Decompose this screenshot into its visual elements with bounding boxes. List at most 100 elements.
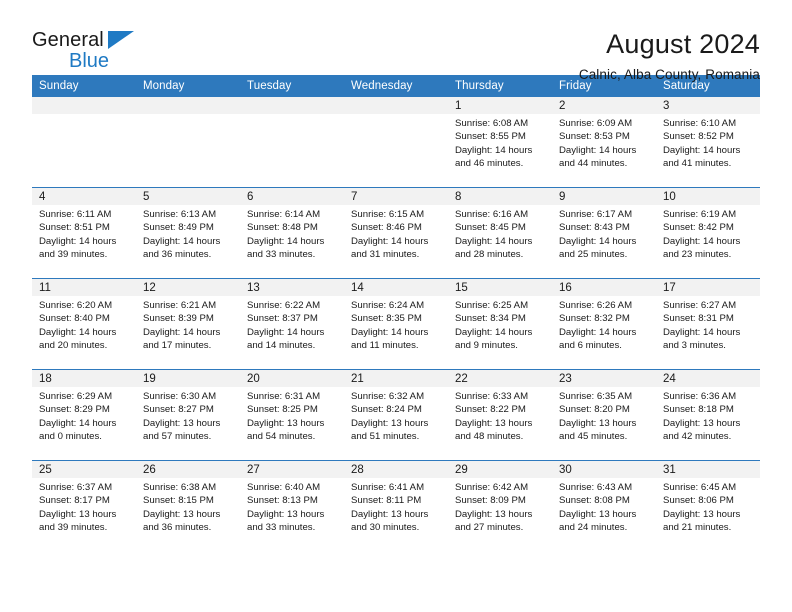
daylight-text-line1: Daylight: 14 hours — [143, 235, 221, 247]
calendar-day-cell[interactable]: 22 Sunrise: 6:33 AM Sunset: 8:22 PM Dayligh… — [448, 369, 552, 461]
weekday-header-monday: Monday — [136, 75, 240, 97]
day-number: 5 — [136, 188, 240, 205]
calendar-day-cell[interactable]: 6 Sunrise: 6:14 AM Sunset: 8:48 PM Daylight… — [240, 187, 344, 279]
calendar-day-cell[interactable]: 24 Sunrise: 6:36 AM Sunset: 8:18 PM Dayligh… — [656, 369, 760, 461]
calendar-day-cell[interactable]: 31 Sunrise: 6:45 AM Sunset: 8:06 PM Dayligh… — [656, 460, 760, 551]
calendar-day-cell[interactable]: 16 Sunrise: 6:26 AM Sunset: 8:32 PM Dayligh… — [552, 278, 656, 370]
daylight-text-line1: Daylight: 14 hours — [455, 326, 533, 338]
daylight-text-line1: Daylight: 13 hours — [455, 417, 533, 429]
calendar-day-cell[interactable]: 23 Sunrise: 6:35 AM Sunset: 8:20 PM Dayligh… — [552, 369, 656, 461]
calendar-day-cell[interactable]: 21 Sunrise: 6:32 AM Sunset: 8:24 PM Dayligh… — [344, 369, 448, 461]
daylight-text-line2: and 33 minutes. — [247, 249, 316, 261]
daylight-text-line1: Daylight: 14 hours — [663, 326, 741, 338]
day-details: Sunrise: 6:13 AM Sunset: 8:49 PM Daylight:… — [136, 205, 240, 262]
daylight-text-line2: and 51 minutes. — [351, 431, 420, 443]
sunrise-text: Sunrise: 6:15 AM — [351, 209, 425, 220]
daylight-text-line2: and 33 minutes. — [247, 522, 316, 534]
day-number: 31 — [656, 461, 760, 478]
sunset-text: Sunset: 8:35 PM — [351, 313, 422, 325]
calendar-week-row: 11 Sunrise: 6:20 AM Sunset: 8:40 PM Dayligh… — [32, 278, 760, 370]
brand-logo[interactable]: General Blue — [32, 28, 172, 71]
daylight-text-line1: Daylight: 13 hours — [559, 417, 637, 429]
sunrise-text: Sunrise: 6:37 AM — [39, 482, 113, 493]
sunset-text: Sunset: 8:42 PM — [663, 222, 734, 234]
calendar-day-cell[interactable]: 13 Sunrise: 6:22 AM Sunset: 8:37 PM Dayligh… — [240, 278, 344, 370]
calendar-day-cell[interactable]: 25 Sunrise: 6:37 AM Sunset: 8:17 PM Dayligh… — [32, 460, 136, 551]
calendar-day-cell[interactable]: 20 Sunrise: 6:31 AM Sunset: 8:25 PM Dayligh… — [240, 369, 344, 461]
calendar-day-cell[interactable]: 10 Sunrise: 6:19 AM Sunset: 8:42 PM Dayligh… — [656, 187, 760, 279]
sunset-text: Sunset: 8:18 PM — [663, 404, 734, 416]
day-details: Sunrise: 6:10 AM Sunset: 8:52 PM Daylight:… — [656, 114, 760, 171]
calendar-week-row: 1 Sunrise: 6:08 AM Sunset: 8:55 PM Daylight… — [32, 97, 760, 188]
day-details: Sunrise: 6:42 AM Sunset: 8:09 PM Daylight:… — [448, 478, 552, 535]
sunset-text: Sunset: 8:51 PM — [39, 222, 110, 234]
calendar-day-cell[interactable]: 7 Sunrise: 6:15 AM Sunset: 8:46 PM Daylight… — [344, 187, 448, 279]
calendar-day-cell[interactable]: 17 Sunrise: 6:27 AM Sunset: 8:31 PM Dayligh… — [656, 278, 760, 370]
day-number: 9 — [552, 188, 656, 205]
calendar-week-row: 18 Sunrise: 6:29 AM Sunset: 8:29 PM Dayligh… — [32, 369, 760, 461]
sunrise-text: Sunrise: 6:10 AM — [663, 118, 737, 129]
sunrise-text: Sunrise: 6:29 AM — [39, 391, 113, 402]
day-details: Sunrise: 6:14 AM Sunset: 8:48 PM Daylight:… — [240, 205, 344, 262]
sunset-text: Sunset: 8:40 PM — [39, 313, 110, 325]
day-number: 15 — [448, 279, 552, 296]
sunrise-text: Sunrise: 6:26 AM — [559, 300, 633, 311]
daylight-text-line2: and 14 minutes. — [247, 340, 316, 352]
daylight-text-line2: and 17 minutes. — [143, 340, 212, 352]
calendar-day-cell[interactable]: 9 Sunrise: 6:17 AM Sunset: 8:43 PM Daylight… — [552, 187, 656, 279]
calendar-day-cell[interactable]: 4 Sunrise: 6:11 AM Sunset: 8:51 PM Daylight… — [32, 187, 136, 279]
day-details: Sunrise: 6:24 AM Sunset: 8:35 PM Daylight:… — [344, 296, 448, 353]
calendar-day-cell[interactable]: 11 Sunrise: 6:20 AM Sunset: 8:40 PM Dayligh… — [32, 278, 136, 370]
day-number: 14 — [344, 279, 448, 296]
day-details: Sunrise: 6:37 AM Sunset: 8:17 PM Daylight:… — [32, 478, 136, 535]
calendar-day-cell[interactable]: 18 Sunrise: 6:29 AM Sunset: 8:29 PM Dayligh… — [32, 369, 136, 461]
day-details: Sunrise: 6:32 AM Sunset: 8:24 PM Daylight:… — [344, 387, 448, 444]
daylight-text-line1: Daylight: 14 hours — [39, 417, 117, 429]
daylight-text-line1: Daylight: 13 hours — [39, 508, 117, 520]
calendar-day-cell[interactable]: 28 Sunrise: 6:41 AM Sunset: 8:11 PM Dayligh… — [344, 460, 448, 551]
daylight-text-line1: Daylight: 14 hours — [663, 144, 741, 156]
daylight-text-line2: and 42 minutes. — [663, 431, 732, 443]
daylight-text-line1: Daylight: 14 hours — [247, 235, 325, 247]
daylight-text-line2: and 54 minutes. — [247, 431, 316, 443]
calendar-day-cell[interactable]: 27 Sunrise: 6:40 AM Sunset: 8:13 PM Dayligh… — [240, 460, 344, 551]
daylight-text-line2: and 6 minutes. — [559, 340, 622, 352]
weekday-header-tuesday: Tuesday — [240, 75, 344, 97]
calendar-day-cell[interactable]: 2 Sunrise: 6:09 AM Sunset: 8:53 PM Daylight… — [552, 97, 656, 188]
calendar-day-cell[interactable]: 26 Sunrise: 6:38 AM Sunset: 8:15 PM Dayligh… — [136, 460, 240, 551]
sunrise-text: Sunrise: 6:40 AM — [247, 482, 321, 493]
sunset-text: Sunset: 8:37 PM — [247, 313, 318, 325]
sunrise-text: Sunrise: 6:35 AM — [559, 391, 633, 402]
day-details: Sunrise: 6:17 AM Sunset: 8:43 PM Daylight:… — [552, 205, 656, 262]
calendar-day-cell[interactable]: 14 Sunrise: 6:24 AM Sunset: 8:35 PM Dayligh… — [344, 278, 448, 370]
daylight-text-line2: and 46 minutes. — [455, 158, 524, 170]
weekday-header-thursday: Thursday — [448, 75, 552, 97]
sunset-text: Sunset: 8:08 PM — [559, 495, 630, 507]
sunset-text: Sunset: 8:32 PM — [559, 313, 630, 325]
calendar-day-cell[interactable]: 8 Sunrise: 6:16 AM Sunset: 8:45 PM Daylight… — [448, 187, 552, 279]
day-details: Sunrise: 6:22 AM Sunset: 8:37 PM Daylight:… — [240, 296, 344, 353]
daylight-text-line1: Daylight: 13 hours — [351, 417, 429, 429]
calendar-week-row: 25 Sunrise: 6:37 AM Sunset: 8:17 PM Dayligh… — [32, 460, 760, 551]
calendar-day-cell[interactable]: 12 Sunrise: 6:21 AM Sunset: 8:39 PM Dayligh… — [136, 278, 240, 370]
calendar-day-cell[interactable]: 5 Sunrise: 6:13 AM Sunset: 8:49 PM Daylight… — [136, 187, 240, 279]
calendar-day-cell[interactable]: 19 Sunrise: 6:30 AM Sunset: 8:27 PM Dayligh… — [136, 369, 240, 461]
calendar-day-cell[interactable]: 30 Sunrise: 6:43 AM Sunset: 8:08 PM Dayligh… — [552, 460, 656, 551]
sunset-text: Sunset: 8:13 PM — [247, 495, 318, 507]
daylight-text-line2: and 9 minutes. — [455, 340, 518, 352]
daylight-text-line2: and 25 minutes. — [559, 249, 628, 261]
daylight-text-line1: Daylight: 13 hours — [351, 508, 429, 520]
day-number — [136, 97, 240, 114]
daylight-text-line2: and 48 minutes. — [455, 431, 524, 443]
sunrise-text: Sunrise: 6:27 AM — [663, 300, 737, 311]
day-details: Sunrise: 6:09 AM Sunset: 8:53 PM Daylight:… — [552, 114, 656, 171]
day-details: Sunrise: 6:19 AM Sunset: 8:42 PM Daylight:… — [656, 205, 760, 262]
calendar-day-cell[interactable]: 29 Sunrise: 6:42 AM Sunset: 8:09 PM Dayligh… — [448, 460, 552, 551]
calendar-day-cell[interactable]: 1 Sunrise: 6:08 AM Sunset: 8:55 PM Daylight… — [448, 97, 552, 188]
day-number — [344, 97, 448, 114]
weekday-header-wednesday: Wednesday — [344, 75, 448, 97]
day-number: 17 — [656, 279, 760, 296]
day-details: Sunrise: 6:35 AM Sunset: 8:20 PM Daylight:… — [552, 387, 656, 444]
calendar-day-cell[interactable]: 3 Sunrise: 6:10 AM Sunset: 8:52 PM Daylight… — [656, 97, 760, 188]
calendar-day-cell[interactable]: 15 Sunrise: 6:25 AM Sunset: 8:34 PM Dayligh… — [448, 278, 552, 370]
